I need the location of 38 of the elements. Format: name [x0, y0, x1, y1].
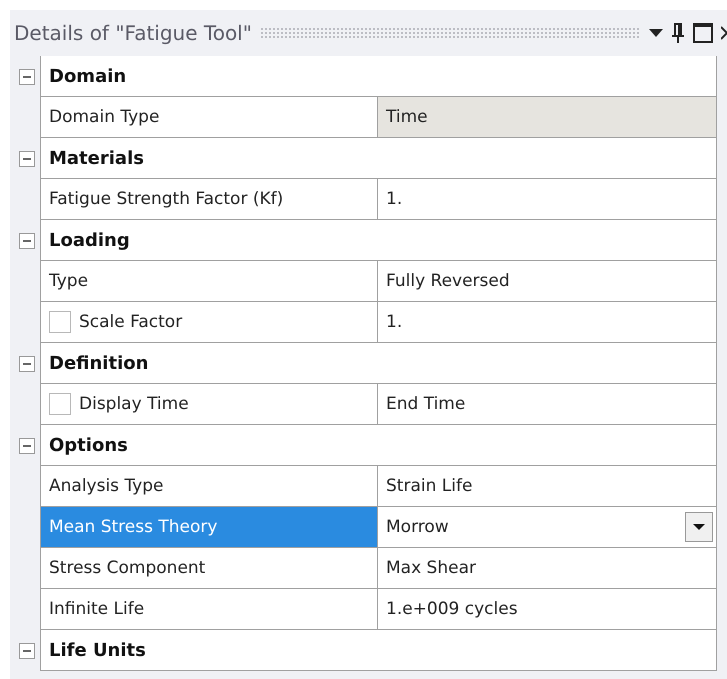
close-icon[interactable] — [721, 24, 727, 42]
section-header[interactable]: Materials — [40, 138, 717, 179]
property-label[interactable]: Type — [41, 261, 378, 301]
collapse-icon[interactable] — [19, 438, 35, 454]
property-value: 1.e+009 cycles — [385, 598, 519, 621]
property-label[interactable]: Scale Factor — [41, 302, 378, 342]
property-value: 1. — [385, 188, 404, 211]
caret-icon — [693, 523, 705, 531]
collapse-icon[interactable] — [19, 232, 35, 248]
property-label[interactable]: Display Time — [41, 384, 378, 424]
section-header[interactable]: Options — [40, 425, 717, 466]
property-label[interactable]: Analysis Type — [41, 466, 378, 506]
property-value: Morrow — [385, 516, 450, 539]
property-value: Max Shear — [385, 557, 477, 580]
collapse-icon[interactable] — [19, 68, 35, 84]
section-header[interactable]: Definition — [40, 343, 717, 384]
section-header[interactable]: Life Units — [40, 630, 717, 671]
collapse-icon[interactable] — [19, 356, 35, 372]
section-header[interactable]: Loading — [40, 220, 717, 261]
property-label[interactable]: Mean Stress Theory — [41, 507, 378, 547]
maximize-icon[interactable] — [693, 23, 713, 43]
panel-title: Details of "Fatigue Tool" — [14, 21, 252, 45]
dropdown-button[interactable] — [685, 512, 713, 542]
collapse-icon[interactable] — [19, 642, 35, 658]
property-label[interactable]: Stress Component — [41, 548, 378, 588]
checkbox[interactable] — [49, 311, 71, 333]
property-value: Fully Reversed — [385, 270, 511, 293]
property-label[interactable]: Infinite Life — [41, 589, 378, 629]
property-value: 1. — [385, 311, 404, 334]
property-value: End Time — [385, 393, 466, 416]
checkbox[interactable] — [49, 393, 71, 415]
caret-icon[interactable] — [649, 28, 663, 38]
property-value: Strain Life — [385, 475, 474, 498]
property-value: Time — [378, 97, 716, 137]
pin-icon[interactable] — [671, 22, 685, 44]
collapse-icon[interactable] — [19, 150, 35, 166]
property-label[interactable]: Fatigue Strength Factor (Kf) — [41, 179, 378, 219]
section-header[interactable]: Domain — [40, 56, 717, 97]
